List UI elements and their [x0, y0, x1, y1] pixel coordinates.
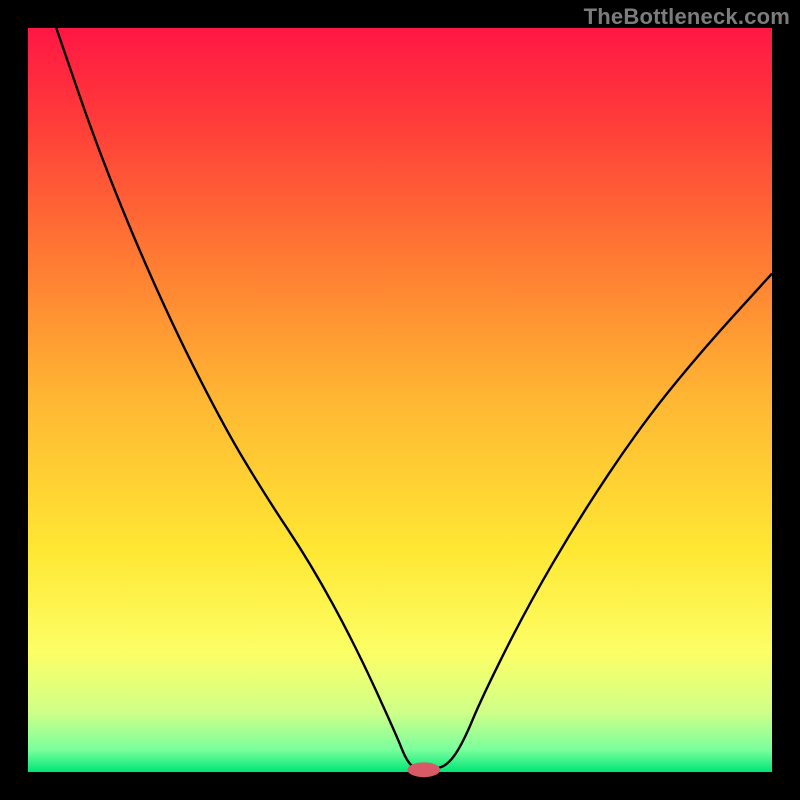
- bottleneck-chart: TheBottleneck.com: [0, 0, 800, 800]
- watermark-text: TheBottleneck.com: [584, 4, 790, 30]
- optimal-marker: [407, 762, 440, 777]
- plot-background: [28, 28, 772, 772]
- chart-svg: [0, 0, 800, 800]
